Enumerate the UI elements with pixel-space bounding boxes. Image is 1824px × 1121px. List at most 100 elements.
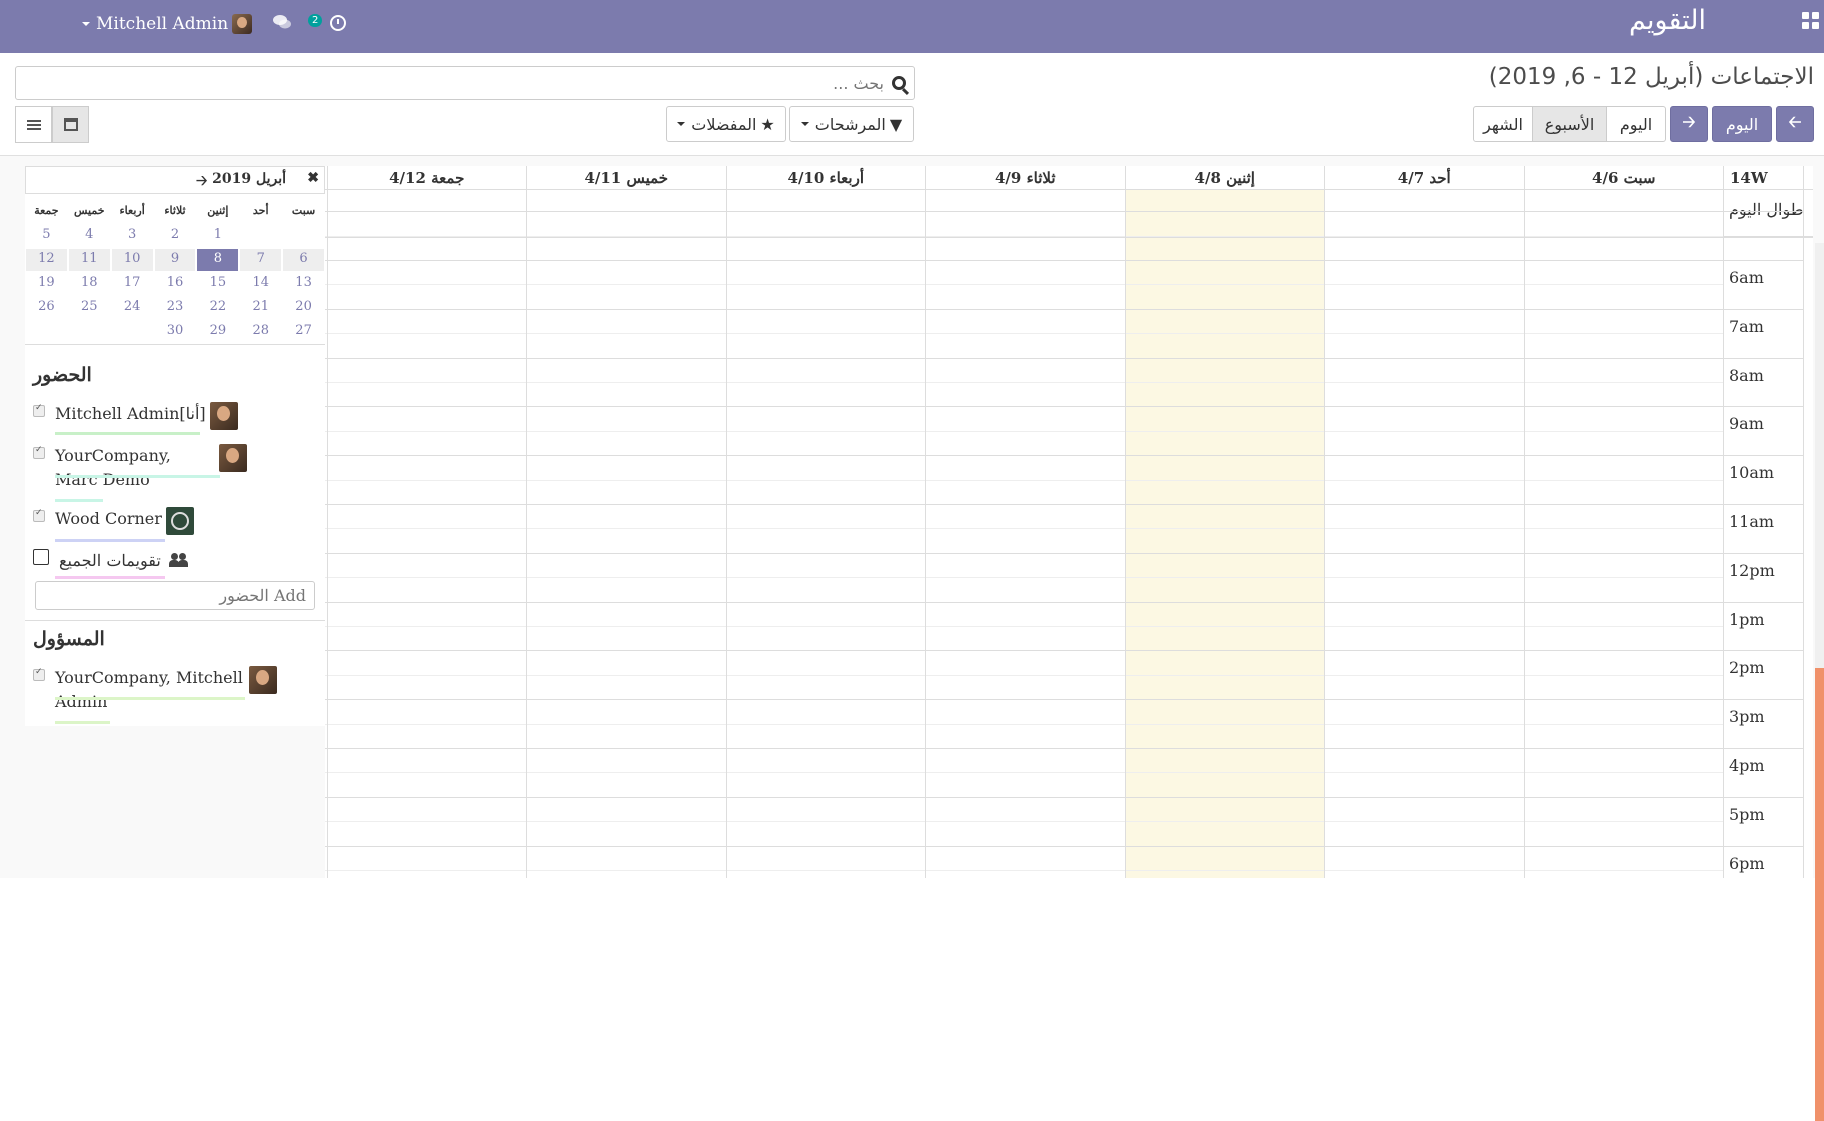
mini-calendar-next-button[interactable]: 🡢 <box>196 170 207 194</box>
favorites-button[interactable]: المفضلات ★ <box>666 106 786 142</box>
hour-label: 9am <box>1729 414 1764 434</box>
add-attendee-input[interactable] <box>35 581 315 610</box>
calendar-sidebar: ✖ أبريل 2019 🡢 سبت أحد إثنين ثلاثاء أربعاء خم… <box>25 166 325 726</box>
previous-button[interactable]: 🡠 <box>1776 106 1814 142</box>
day-header[interactable]: أربعاء 4/10 <box>725 166 926 190</box>
color-underline <box>55 499 103 502</box>
checkbox[interactable] <box>33 549 49 565</box>
mini-calendar-header: ✖ أبريل 2019 🡢 <box>25 166 325 194</box>
all-day-row[interactable]: طوال اليوم <box>325 190 1813 238</box>
chat-icon[interactable] <box>272 14 292 30</box>
mini-calendar-day[interactable]: 22 <box>197 297 238 319</box>
list-view-button[interactable] <box>15 106 52 143</box>
mini-calendar-day[interactable]: 10 <box>111 249 153 271</box>
mini-calendar-day[interactable]: 6 <box>283 249 324 271</box>
mini-calendar-day[interactable]: 18 <box>69 273 110 295</box>
scale-day-button[interactable]: اليوم <box>1606 106 1666 142</box>
mini-calendar-day[interactable]: 29 <box>197 321 238 343</box>
hour-label: 3pm <box>1729 707 1765 727</box>
mini-calendar-day[interactable]: 23 <box>155 297 196 319</box>
checkbox[interactable] <box>33 508 45 522</box>
day-header[interactable]: أحد 4/7 <box>1324 166 1524 190</box>
mini-calendar-day[interactable]: 3 <box>112 225 153 247</box>
scrollbar[interactable] <box>1815 243 1824 1121</box>
mini-calendar-day[interactable]: 26 <box>26 297 67 319</box>
mini-calendar-day[interactable]: 14 <box>240 273 281 295</box>
day-header[interactable]: خميس 4/11 <box>526 166 726 190</box>
mini-calendar-day[interactable]: 2 <box>155 225 196 247</box>
clock-icon[interactable] <box>330 15 346 31</box>
week-number: 14W <box>1723 166 1793 190</box>
mini-calendar-day[interactable]: 8 <box>197 249 239 271</box>
mini-calendar-day[interactable]: 24 <box>112 297 153 319</box>
next-button[interactable]: 🡢 <box>1670 106 1708 142</box>
avatar <box>232 14 253 34</box>
responsible-item[interactable]: YourCompany, Mitchell Admin <box>33 666 293 714</box>
half-hour-line <box>325 772 1723 774</box>
message-badge: 2 <box>308 14 323 27</box>
checkbox[interactable] <box>33 403 45 417</box>
mini-calendar-day[interactable]: 9 <box>154 249 196 271</box>
attendee-item[interactable]: YourCompany, Marc Demo <box>33 444 273 492</box>
chevron-down-icon <box>677 122 686 126</box>
mini-calendar-day[interactable]: 12 <box>25 249 67 271</box>
day-header[interactable]: ثلاثاء 4/9 <box>925 166 1125 190</box>
day-header[interactable]: سبت 4/6 <box>1523 166 1724 190</box>
mini-calendar-day[interactable]: 16 <box>155 273 196 295</box>
grid-line <box>1523 166 1525 878</box>
today-button[interactable]: اليوم <box>1712 106 1772 142</box>
mini-calendar-day[interactable]: 30 <box>155 321 196 343</box>
scrollbar-thumb[interactable] <box>1815 668 1824 1121</box>
mini-calendar-day[interactable]: 21 <box>240 297 281 319</box>
hour-line <box>325 308 1803 310</box>
day-header[interactable]: جمعة 4/12 <box>326 166 527 190</box>
half-hour-line <box>325 577 1723 579</box>
user-menu[interactable]: Mitchell Admin <box>82 12 253 36</box>
hour-label: 6pm <box>1729 853 1765 873</box>
attendee-item[interactable]: Mitchell Admin[أنا] <box>33 402 238 430</box>
hour-label: 1pm <box>1729 609 1765 629</box>
calendar-view-button[interactable] <box>52 106 89 143</box>
checkbox[interactable] <box>33 667 45 681</box>
attendee-item[interactable]: Wood Corner <box>33 507 194 535</box>
mini-calendar-empty <box>283 225 324 247</box>
arrow-right-icon: 🡢 <box>1682 111 1696 131</box>
mini-calendar-day[interactable]: 13 <box>283 273 324 295</box>
mini-calendar-day[interactable]: 27 <box>283 321 324 343</box>
hour-label: 7am <box>1729 316 1764 336</box>
hour-line <box>325 796 1803 798</box>
scale-month-button[interactable]: الشهر <box>1473 106 1533 142</box>
weekday-label: إثنين <box>207 204 229 217</box>
grid-line <box>925 166 926 878</box>
mini-calendar-day[interactable]: 4 <box>69 225 110 247</box>
mini-calendar-day[interactable]: 17 <box>112 273 153 295</box>
search-input[interactable] <box>54 72 884 94</box>
apps-menu-icon[interactable] <box>1802 12 1824 34</box>
day-header[interactable]: إثنين 4/8 <box>1124 166 1325 190</box>
scale-week-button[interactable]: الأسبوع <box>1532 106 1607 142</box>
filters-button[interactable]: المرشحات ▼ <box>789 106 914 142</box>
mini-calendar-day[interactable]: 11 <box>68 249 110 271</box>
attendee-label: Wood Corner <box>55 509 162 528</box>
mini-calendar-day[interactable]: 5 <box>26 225 67 247</box>
hour-label: 5pm <box>1729 804 1765 824</box>
mini-calendar-day[interactable]: 15 <box>197 273 238 295</box>
search-icon <box>892 76 906 90</box>
star-icon: ★ <box>760 114 775 134</box>
checkbox[interactable] <box>33 445 45 459</box>
breadcrumb: الاجتماعات (أبريل 12 - 6, 2019) <box>1488 64 1814 90</box>
mini-calendar-day[interactable]: 28 <box>240 321 281 343</box>
everybody-calendars-item[interactable]: تقويمات الجميع <box>33 549 189 573</box>
avatar <box>219 444 247 472</box>
calendar-icon <box>63 118 78 131</box>
mini-calendar-day[interactable]: 19 <box>26 273 67 295</box>
hour-line <box>325 601 1803 603</box>
mini-calendar-day[interactable]: 20 <box>283 297 324 319</box>
mini-calendar-prev-button[interactable]: ✖ <box>307 170 319 186</box>
hour-line <box>325 260 1803 261</box>
mini-calendar-day[interactable]: 25 <box>69 297 110 319</box>
hour-label: 10am <box>1729 463 1775 483</box>
hour-line <box>325 406 1803 408</box>
mini-calendar-day[interactable]: 7 <box>240 249 282 271</box>
mini-calendar-day[interactable]: 1 <box>197 225 238 247</box>
